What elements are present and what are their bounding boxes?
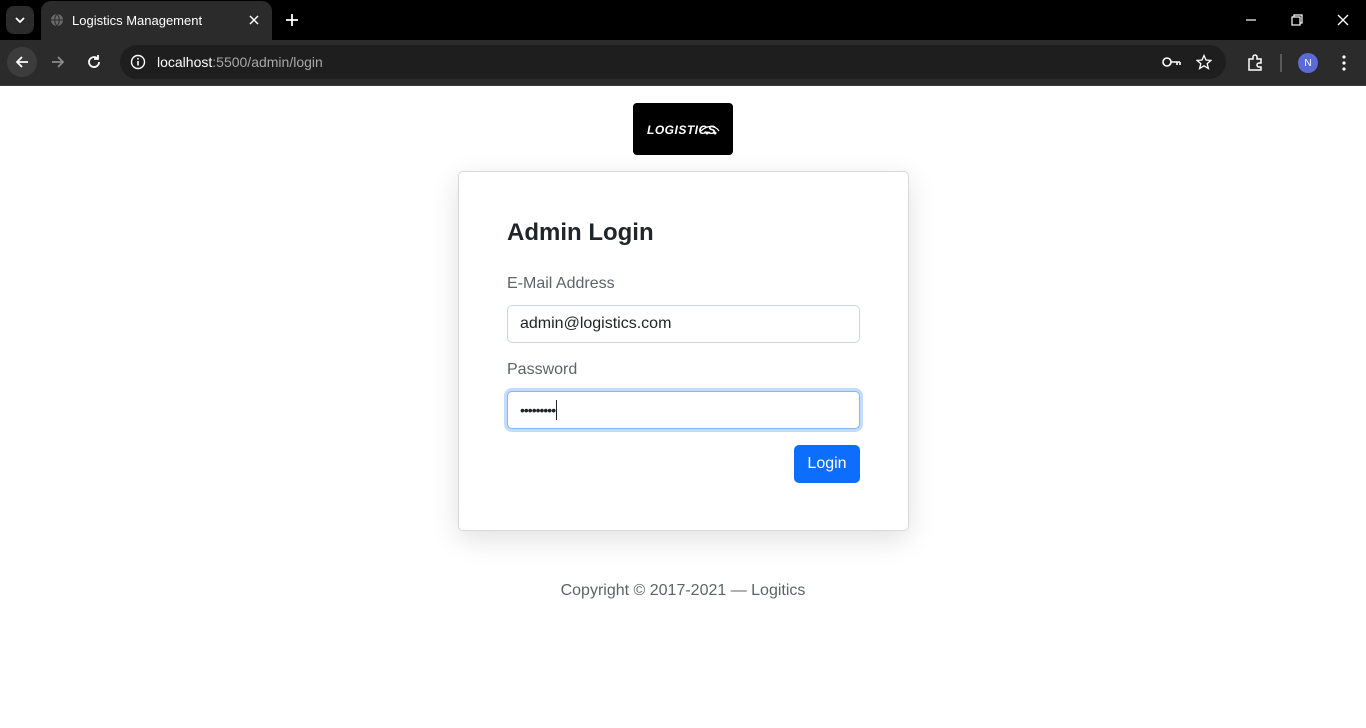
page-title: Admin Login	[507, 219, 654, 246]
new-tab-button[interactable]	[282, 10, 302, 30]
close-window-button[interactable]	[1333, 10, 1353, 30]
logistics-logo: LOGISTICS	[633, 103, 733, 155]
forward-button[interactable]	[43, 47, 73, 77]
email-label: E-Mail Address	[507, 275, 615, 292]
login-card: Admin Login E-Mail Address admin@logisti…	[458, 171, 909, 531]
browser-toolbar: localhost:5500/admin/login N	[0, 40, 1366, 86]
url-text: localhost:5500/admin/login	[157, 54, 323, 70]
reload-icon	[88, 55, 100, 68]
tab-title: Logistics Management	[72, 13, 203, 28]
login-button[interactable]: Login	[794, 445, 860, 483]
profile-avatar[interactable]: N	[1298, 53, 1318, 73]
kebab-menu-icon	[1342, 55, 1346, 71]
back-button[interactable]	[7, 47, 37, 77]
site-info-button[interactable]	[128, 52, 148, 72]
puzzle-icon	[1248, 54, 1262, 71]
password-field[interactable]: •••••••••	[507, 391, 860, 429]
key-icon	[1162, 57, 1181, 67]
globe-icon	[51, 13, 63, 27]
restore-icon	[1291, 14, 1303, 26]
plus-icon	[286, 14, 298, 26]
tab-search-button[interactable]	[6, 6, 34, 34]
info-icon	[130, 54, 146, 70]
arrow-right-icon	[52, 56, 65, 68]
copyright-footer: Copyright © 2017-2021 — Logitics	[560, 582, 806, 599]
reload-button[interactable]	[79, 47, 109, 77]
minimize-button[interactable]	[1241, 10, 1261, 30]
password-mask: •••••••••	[520, 402, 556, 418]
email-value: admin@logistics.com	[520, 315, 672, 332]
password-manager-button[interactable]	[1162, 54, 1182, 70]
text-caret	[556, 400, 558, 420]
address-bar[interactable]: localhost:5500/admin/login	[120, 45, 1226, 79]
password-label: Password	[507, 361, 578, 378]
arrow-left-icon	[15, 56, 28, 68]
restore-button[interactable]	[1287, 10, 1307, 30]
close-icon	[1337, 14, 1349, 26]
minimize-icon	[1246, 19, 1256, 21]
toolbar-divider	[1280, 54, 1282, 72]
email-field[interactable]: admin@logistics.com	[507, 305, 860, 343]
logo-mark: LOGISTICS	[647, 123, 720, 137]
page-content: LOGISTICS Admin Login E-Mail Address adm…	[0, 87, 1366, 728]
chevron-down-icon	[15, 17, 25, 24]
browser-tab[interactable]: Logistics Management	[41, 1, 272, 40]
tab-close-button[interactable]	[246, 12, 262, 28]
tab-bar: Logistics Management	[0, 0, 1366, 40]
svg-text:LOGISTICS: LOGISTICS	[647, 123, 716, 137]
extensions-button[interactable]	[1244, 52, 1266, 74]
star-icon	[1196, 54, 1212, 70]
menu-button[interactable]	[1333, 52, 1355, 74]
close-icon	[249, 15, 259, 25]
bookmark-button[interactable]	[1194, 52, 1214, 72]
